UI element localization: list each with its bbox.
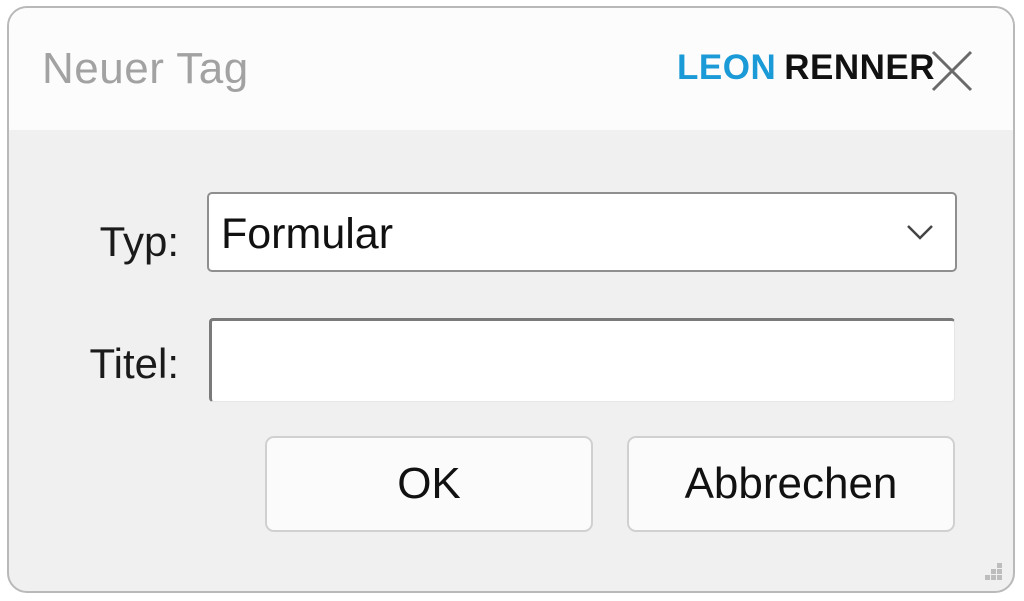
resize-grip-icon[interactable]: [985, 563, 1003, 581]
ok-button[interactable]: OK: [265, 436, 593, 532]
brand-logo-first: LEON: [677, 48, 777, 87]
dialog-titlebar: Neuer Tag LEON RENNER: [9, 8, 1013, 130]
close-icon: [931, 50, 973, 92]
type-select[interactable]: Formular: [207, 192, 957, 272]
dialog-title: Neuer Tag: [42, 44, 249, 93]
type-label: Typ:: [99, 218, 179, 265]
chevron-down-icon: [907, 225, 933, 240]
title-label: Titel:: [89, 340, 179, 387]
title-input[interactable]: [209, 318, 955, 402]
brand-logo-last: RENNER: [784, 48, 936, 87]
brand-logo: LEON RENNER: [677, 48, 935, 88]
type-select-value: Formular: [221, 210, 394, 258]
cancel-button[interactable]: Abbrechen: [627, 436, 955, 532]
close-button[interactable]: [927, 46, 977, 96]
new-tag-dialog: Neuer Tag LEON RENNER Typ: Formular Titel…: [7, 6, 1015, 593]
